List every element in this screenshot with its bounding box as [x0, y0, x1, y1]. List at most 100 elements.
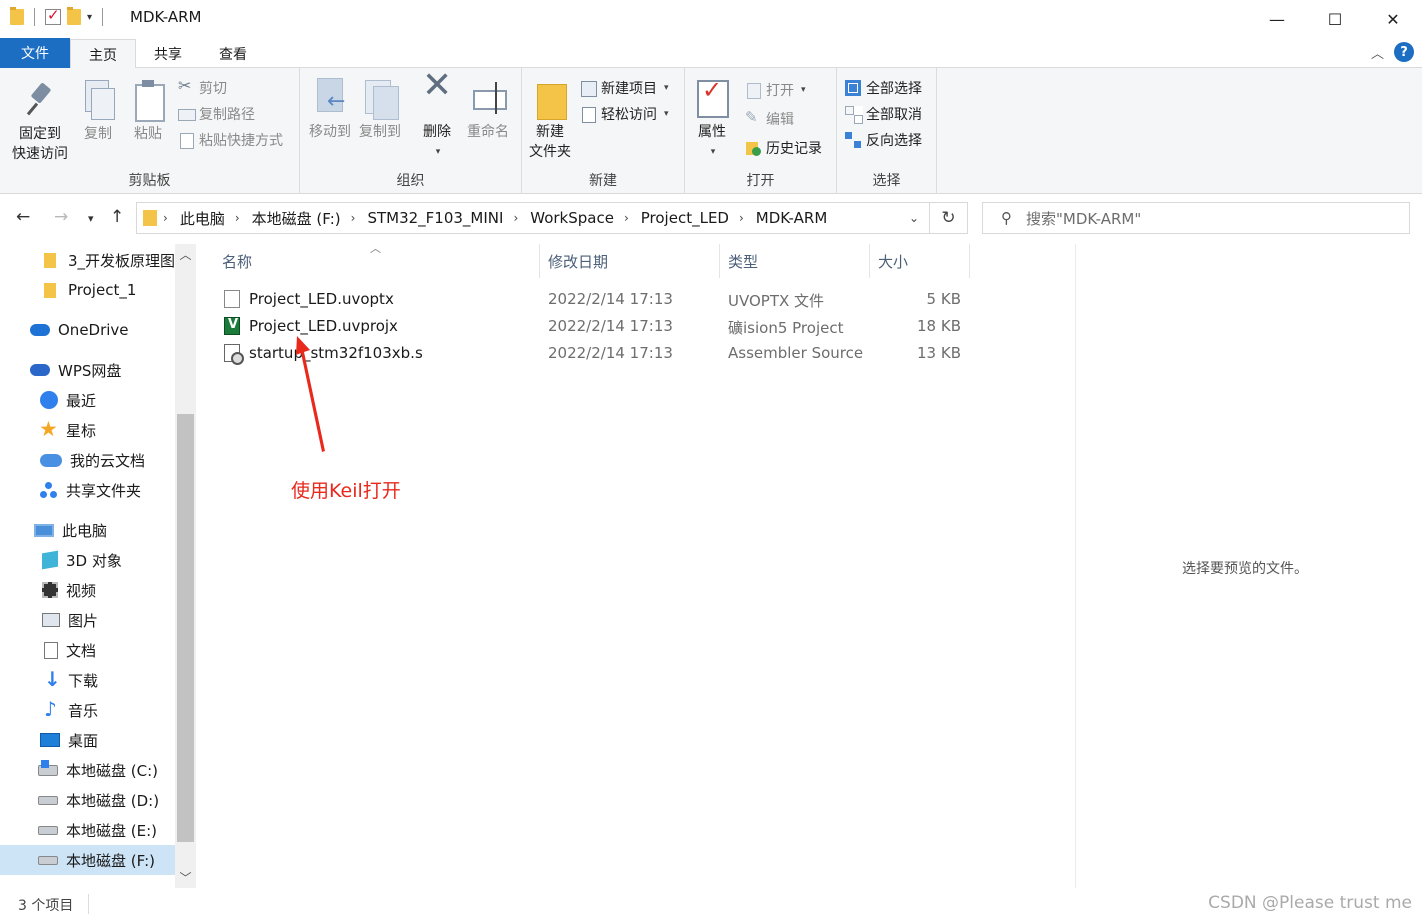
- column-header-size[interactable]: 大小: [866, 244, 970, 278]
- nav-item-recent[interactable]: 最近: [0, 385, 175, 415]
- new-item-label: 新建项目: [601, 81, 657, 97]
- breadcrumb-this-pc[interactable]: 此电脑: [180, 208, 225, 229]
- breadcrumb-chevron-icon[interactable]: ›: [513, 211, 518, 225]
- open-button[interactable]: 打开 ▾: [745, 80, 806, 100]
- tab-home[interactable]: 主页: [70, 39, 136, 69]
- nav-item-videos[interactable]: 视频: [0, 575, 175, 605]
- copy-to-button[interactable]: 复制到: [356, 78, 404, 142]
- select-none-button[interactable]: 全部取消: [845, 104, 922, 124]
- nav-item-onedrive[interactable]: OneDrive: [0, 315, 175, 345]
- clipboard-icon: [131, 80, 165, 122]
- scrollbar-thumb[interactable]: [177, 414, 194, 842]
- maximize-button[interactable]: ☐: [1306, 0, 1364, 38]
- pin-label-line1: 固定到: [19, 126, 61, 142]
- properties-quick-icon[interactable]: [45, 6, 61, 25]
- copy-button[interactable]: 复制: [78, 80, 118, 144]
- nav-item-3d-objects[interactable]: 3D 对象: [0, 545, 175, 575]
- drive-c-icon: [38, 759, 58, 776]
- breadcrumb-stm32[interactable]: STM32_F103_MINI: [367, 209, 503, 227]
- pin-to-quick-access-button[interactable]: 固定到 快速访问: [8, 80, 72, 164]
- select-all-button[interactable]: 全部选择: [845, 78, 922, 98]
- move-to-button[interactable]: 移动到: [306, 78, 354, 142]
- breadcrumb-chevron-icon[interactable]: ›: [624, 211, 629, 225]
- refresh-icon[interactable]: ↻: [929, 203, 967, 233]
- column-header-type[interactable]: 类型: [716, 244, 870, 278]
- tab-view[interactable]: 查看: [200, 40, 266, 68]
- edit-button[interactable]: 编辑: [745, 108, 794, 129]
- close-button[interactable]: ✕: [1364, 0, 1422, 38]
- history-button[interactable]: 历史记录: [745, 138, 822, 158]
- easy-access-icon: [580, 106, 596, 123]
- table-row[interactable]: Project_LED.uvoptx 2022/2/14 17:13 UVOPT…: [210, 286, 970, 313]
- open-label: 打开: [766, 83, 794, 99]
- easy-access-label: 轻松访问: [601, 107, 657, 123]
- tab-file[interactable]: 文件: [0, 38, 70, 68]
- file-name-cell: Project_LED.uvprojx: [224, 317, 398, 335]
- address-history-chevron-icon[interactable]: ⌄: [899, 211, 929, 225]
- nav-item-drive-c[interactable]: 本地磁盘 (C:): [0, 755, 175, 785]
- shared-folder-icon: [40, 482, 58, 498]
- delete-button[interactable]: 删除 ▾: [416, 76, 458, 162]
- nav-item-wps-cloud[interactable]: WPS网盘: [0, 355, 175, 385]
- nav-item-drive-e[interactable]: 本地磁盘 (E:): [0, 815, 175, 845]
- properties-button[interactable]: 属性 ▾: [691, 78, 733, 162]
- nav-item-this-pc[interactable]: 此电脑: [0, 515, 175, 545]
- table-row[interactable]: Project_LED.uvprojx 2022/2/14 17:13 礦isi…: [210, 313, 970, 340]
- breadcrumb-drive-f[interactable]: 本地磁盘 (F:): [252, 208, 341, 229]
- nav-item-shared-folder[interactable]: 共享文件夹: [0, 475, 175, 505]
- nav-item-drive-d[interactable]: 本地磁盘 (D:): [0, 785, 175, 815]
- nav-item-downloads[interactable]: 下载: [0, 665, 175, 695]
- nav-item-drive-f[interactable]: 本地磁盘 (F:): [0, 845, 175, 875]
- breadcrumb-chevron-icon[interactable]: ›: [235, 211, 240, 225]
- help-icon[interactable]: ?: [1394, 42, 1414, 62]
- nav-item-starred[interactable]: 星标: [0, 415, 175, 445]
- nav-item-project-1[interactable]: Project_1: [0, 275, 175, 305]
- paste-button[interactable]: 粘贴: [128, 80, 168, 144]
- paste-shortcut-button[interactable]: 粘贴快捷方式: [178, 130, 283, 150]
- copy-path-label: 复制路径: [199, 107, 255, 123]
- column-header-date[interactable]: 修改日期: [536, 244, 720, 278]
- back-arrow-icon[interactable]: ←: [16, 207, 30, 227]
- cut-button[interactable]: 剪切: [178, 76, 227, 98]
- recent-locations-chevron-icon[interactable]: ▾: [88, 212, 94, 225]
- customize-toolbar-dropdown-icon[interactable]: ▾: [87, 12, 92, 23]
- minimize-button[interactable]: —: [1248, 0, 1306, 38]
- search-input[interactable]: ⚲ 搜索"MDK-ARM": [982, 202, 1410, 234]
- breadcrumb-chevron-icon[interactable]: ›: [351, 211, 356, 225]
- delete-dropdown-icon[interactable]: ▾: [436, 142, 441, 162]
- tab-share[interactable]: 共享: [136, 40, 200, 68]
- new-item-button[interactable]: 新建项目 ▾: [580, 78, 669, 98]
- scroll-up-chevron-icon[interactable]: ︿: [175, 246, 196, 263]
- watermark: CSDN @Please trust me: [1208, 893, 1412, 913]
- rename-button[interactable]: 重命名: [462, 78, 514, 142]
- move-to-icon: [313, 78, 347, 118]
- address-bar[interactable]: › 此电脑 › 本地磁盘 (F:) › STM32_F103_MINI › Wo…: [136, 202, 968, 234]
- properties-dropdown-icon[interactable]: ▾: [711, 142, 716, 162]
- nav-item-my-cloud-docs[interactable]: 我的云文档: [0, 445, 175, 475]
- easy-access-button[interactable]: 轻松访问 ▾: [580, 104, 669, 124]
- breadcrumb-mdk-arm[interactable]: MDK-ARM: [756, 209, 827, 227]
- copy-path-button[interactable]: 复制路径: [178, 104, 255, 124]
- breadcrumb-project-led[interactable]: Project_LED: [641, 209, 729, 227]
- video-icon: [42, 582, 58, 598]
- up-arrow-icon[interactable]: ↑: [110, 207, 124, 227]
- breadcrumb-chevron-icon[interactable]: ›: [163, 211, 168, 225]
- nav-item-desktop[interactable]: 桌面: [0, 725, 175, 755]
- documents-icon: [44, 641, 58, 659]
- nav-item-music[interactable]: 音乐: [0, 695, 175, 725]
- nav-item-pictures[interactable]: 图片: [0, 605, 175, 635]
- scroll-down-chevron-icon[interactable]: ﹀: [175, 869, 196, 886]
- table-row[interactable]: startup_stm32f103xb.s 2022/2/14 17:13 As…: [210, 340, 970, 367]
- new-folder-quick-icon[interactable]: [67, 7, 81, 25]
- collapse-ribbon-icon[interactable]: ︿: [1371, 43, 1384, 62]
- forward-arrow-icon[interactable]: →: [54, 207, 68, 227]
- breadcrumb-workspace[interactable]: WorkSpace: [530, 209, 614, 227]
- nav-scrollbar[interactable]: ︿ ﹀: [175, 244, 196, 888]
- nav-item-label: 本地磁盘 (C:): [66, 761, 158, 780]
- new-folder-button[interactable]: 新建 文件夹: [526, 78, 574, 162]
- column-header-name[interactable]: ︿ 名称: [210, 242, 540, 278]
- invert-selection-button[interactable]: 反向选择: [845, 130, 922, 150]
- nav-item-schematic-folder[interactable]: 3_开发板原理图: [0, 245, 175, 275]
- nav-item-documents[interactable]: 文档: [0, 635, 175, 665]
- breadcrumb-chevron-icon[interactable]: ›: [739, 211, 744, 225]
